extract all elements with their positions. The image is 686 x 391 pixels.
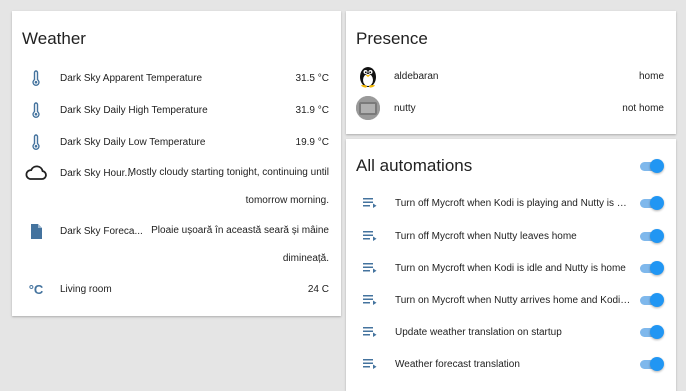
weather-row-daily-high-temperature[interactable]: Dark Sky Daily High Temperature 31.9 °C — [12, 100, 341, 120]
toggle-knob — [650, 357, 664, 371]
person-state: not home — [622, 102, 664, 114]
automations-card-title: All automations — [356, 156, 473, 175]
toggle-knob — [650, 325, 664, 339]
toggle-knob — [650, 196, 664, 210]
document-icon — [24, 223, 48, 239]
master-toggle[interactable] — [638, 159, 664, 173]
automation-list-icon — [358, 263, 382, 273]
weather-row-apparent-temperature[interactable]: Dark Sky Apparent Temperature 31.5 °C — [12, 68, 341, 88]
entity-name: Living room — [60, 283, 112, 295]
automation-toggle[interactable] — [638, 325, 664, 339]
entity-state-line1: Mostly cloudy starting tonight, continui… — [127, 167, 329, 178]
automation-row[interactable]: Turn off Mycroft when Nutty leaves home — [346, 228, 676, 244]
entity-state: 31.5 °C — [295, 72, 329, 84]
automations-card: All automations Turn off Mycroft when Ko… — [346, 139, 676, 391]
automation-name: Turn off Mycroft when Nutty leaves home — [395, 230, 577, 242]
automation-row[interactable]: Turn off Mycroft when Kodi is playing an… — [346, 195, 676, 211]
toggle-knob — [650, 159, 664, 173]
celsius-icon: °C — [28, 281, 44, 297]
automation-toggle[interactable] — [638, 357, 664, 371]
cloud-icon — [24, 165, 48, 181]
automation-row[interactable]: Update weather translation on startup — [346, 324, 676, 340]
thermometer-icon — [24, 102, 48, 118]
toggle-knob — [650, 229, 664, 243]
entity-name: Dark Sky Foreca... — [60, 225, 143, 237]
automation-name: Turn on Mycroft when Kodi is idle and Nu… — [395, 262, 626, 274]
automation-list-icon — [358, 327, 382, 337]
toggle-knob — [650, 293, 664, 307]
entity-state-line2: tomorrow morning. — [245, 195, 329, 206]
automation-list-icon — [358, 359, 382, 369]
thermometer-icon — [24, 134, 48, 150]
entity-state-line1: Ploaie ușoară în această seară și mâine — [151, 225, 329, 236]
automation-name: Weather forecast translation — [395, 358, 520, 370]
entity-state-line2: dimineață. — [282, 253, 329, 264]
person-state: home — [638, 70, 664, 82]
entity-state: 19.9 °C — [295, 136, 329, 148]
presence-row-aldebaran[interactable]: aldebaran home — [346, 63, 676, 89]
automation-toggle[interactable] — [638, 196, 664, 210]
automation-list-icon — [358, 198, 382, 208]
automation-toggle[interactable] — [638, 261, 664, 275]
weather-card-title: Weather — [22, 29, 86, 48]
automation-name: Turn on Mycroft when Nutty arrives home … — [395, 294, 632, 306]
thermometer-icon — [24, 70, 48, 86]
entity-name: Dark Sky Hour... — [60, 167, 133, 179]
entity-state: 31.9 °C — [295, 104, 329, 116]
presence-card: Presence aldebaran home nutty not home — [346, 11, 676, 134]
automation-name: Update weather translation on startup — [395, 326, 562, 338]
tux-avatar-icon — [356, 64, 380, 88]
automation-toggle[interactable] — [638, 229, 664, 243]
entity-name: Dark Sky Daily Low Temperature — [60, 136, 206, 148]
weather-row-daily-low-temperature[interactable]: Dark Sky Daily Low Temperature 19.9 °C — [12, 132, 341, 152]
presence-row-nutty[interactable]: nutty not home — [346, 95, 676, 121]
automation-row[interactable]: Turn on Mycroft when Nutty arrives home … — [346, 292, 676, 308]
weather-row-living-room[interactable]: °C Living room 24 C — [12, 279, 341, 299]
automation-list-icon — [358, 231, 382, 241]
entity-name: Dark Sky Apparent Temperature — [60, 72, 203, 84]
automation-row[interactable]: Weather forecast translation — [346, 356, 676, 372]
toggle-knob — [650, 261, 664, 275]
entity-name: Dark Sky Daily High Temperature — [60, 104, 208, 116]
automation-toggle[interactable] — [638, 293, 664, 307]
automation-list-icon — [358, 295, 382, 305]
device-avatar-icon — [356, 96, 380, 120]
automation-name: Turn off Mycroft when Kodi is playing an… — [395, 197, 632, 209]
automation-row[interactable]: Turn on Mycroft when Kodi is idle and Nu… — [346, 260, 676, 276]
person-name: aldebaran — [394, 70, 439, 82]
person-name: nutty — [394, 102, 416, 114]
entity-state: 24 C — [307, 283, 329, 295]
weather-card: Weather Dark Sky Apparent Temperature 31… — [12, 11, 341, 316]
presence-card-title: Presence — [356, 29, 428, 48]
